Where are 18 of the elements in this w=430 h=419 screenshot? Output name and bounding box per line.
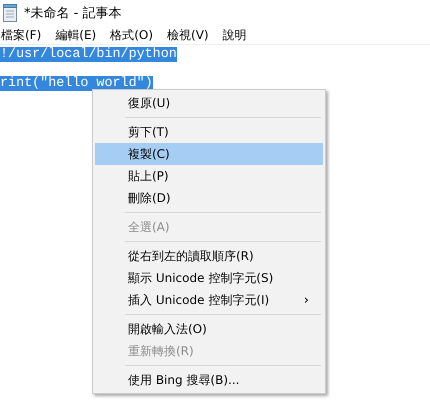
- menu-item[interactable]: 編輯(E): [54, 26, 110, 44]
- menu-item[interactable]: 開啟輸入法(O): [95, 318, 323, 340]
- window-title: *未命名 - 記事本: [24, 5, 122, 22]
- menu-item[interactable]: 使用 Bing 搜尋(B)...: [95, 369, 323, 391]
- menu-item[interactable]: 從右到左的讀取順序(R): [95, 245, 323, 267]
- menu-item[interactable]: 顯示 Unicode 控制字元(S): [95, 267, 323, 289]
- menu-item[interactable]: 貼上(P): [95, 165, 323, 187]
- submenu-arrow-icon: ›: [304, 292, 309, 308]
- notepad-icon: [2, 4, 18, 22]
- menu-item[interactable]: 復原(U): [95, 92, 323, 114]
- menu-item[interactable]: 插入 Unicode 控制字元(I) ›: [95, 289, 323, 311]
- menu-item[interactable]: 複製(C): [95, 143, 323, 165]
- menu-item[interactable]: 刪除(D): [95, 187, 323, 209]
- menu-item[interactable]: 剪下(T): [95, 121, 323, 143]
- menu-item[interactable]: 格式(O): [109, 26, 166, 44]
- menu-item[interactable]: 檔案(F): [0, 26, 54, 44]
- menu-item[interactable]: 說明: [222, 26, 260, 44]
- menu-item[interactable]: 檢視(V): [166, 26, 222, 44]
